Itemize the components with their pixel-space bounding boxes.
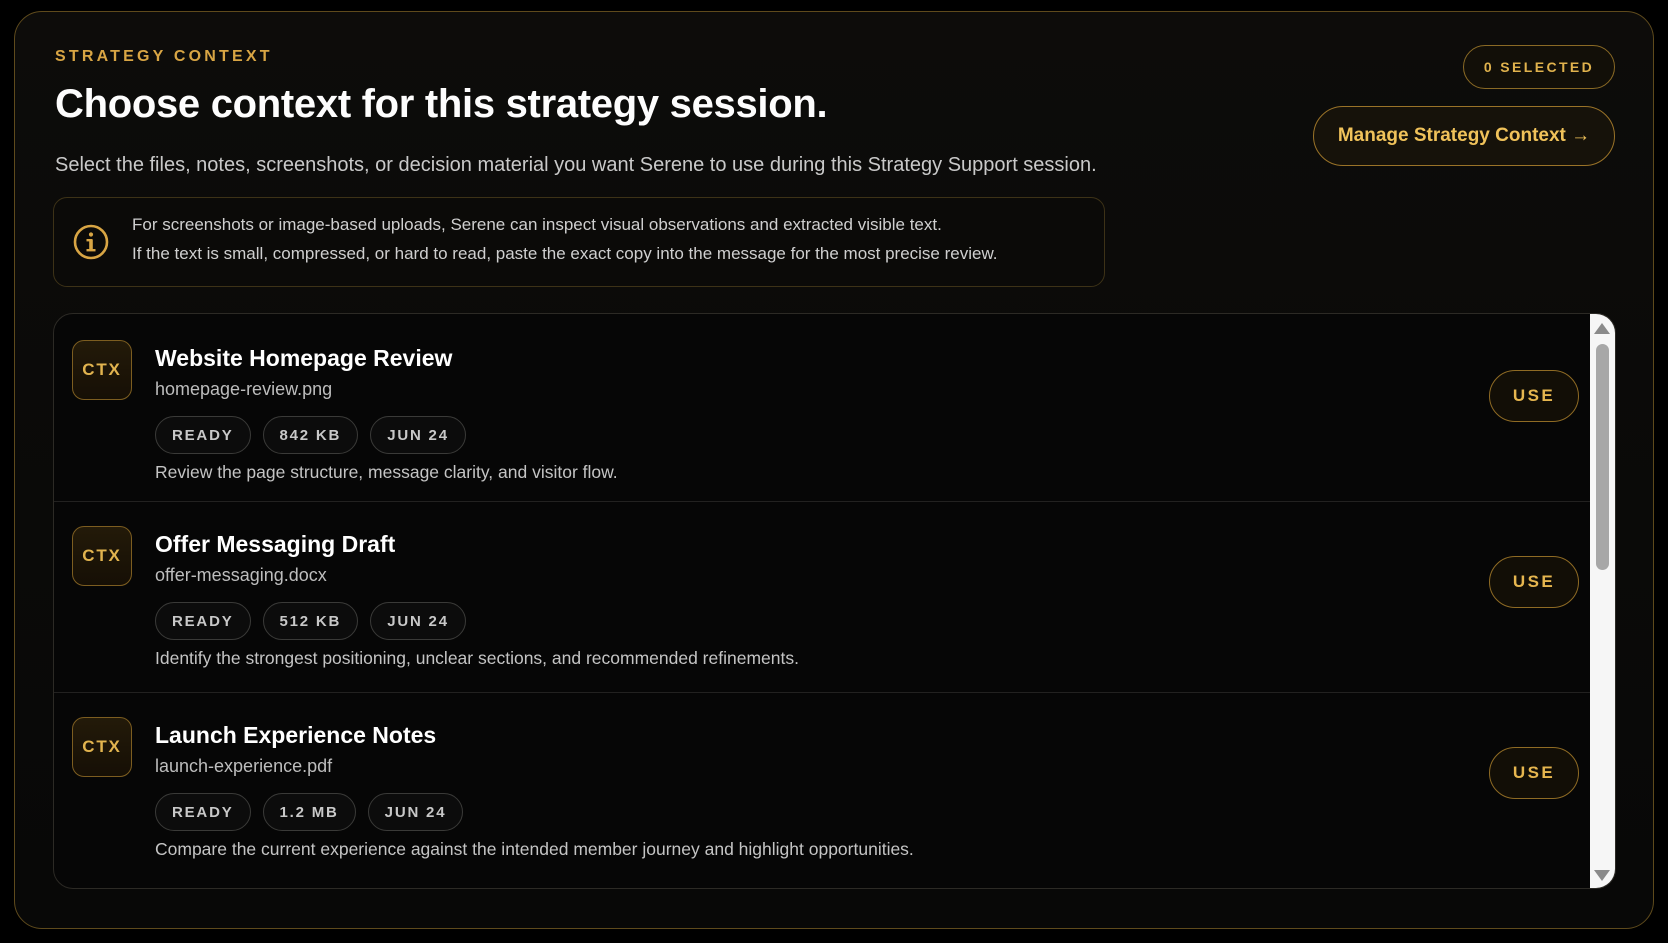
list-item: CTX Launch Experience Notes launch-exper…	[54, 692, 1590, 888]
item-title: Launch Experience Notes	[155, 722, 437, 748]
page-title: Choose context for this strategy session…	[55, 82, 828, 126]
ctx-file-icon: CTX	[72, 340, 132, 400]
item-meta-chips: READY 1.2 MB JUN 24	[155, 793, 464, 831]
info-notice: For screenshots or image-based uploads, …	[53, 197, 1105, 287]
scrollbar-thumb[interactable]	[1596, 344, 1609, 570]
item-title: Offer Messaging Draft	[155, 531, 396, 557]
list-scrollbar[interactable]	[1590, 314, 1615, 888]
date-badge: JUN 24	[370, 602, 466, 640]
date-badge: JUN 24	[367, 793, 464, 831]
manage-strategy-context-button[interactable]: Manage Strategy Context →	[1313, 106, 1615, 166]
item-description: Compare the current experience against t…	[155, 839, 914, 859]
item-title: Website Homepage Review	[155, 345, 453, 371]
use-button[interactable]: USE	[1489, 556, 1579, 608]
status-badge: READY	[155, 793, 251, 831]
list-item: CTX Website Homepage Review homepage-rev…	[54, 314, 1590, 501]
item-filename: offer-messaging.docx	[155, 565, 327, 585]
item-filename: homepage-review.png	[155, 379, 333, 399]
status-badge: READY	[155, 602, 251, 640]
ctx-file-icon: CTX	[72, 526, 132, 586]
info-circle-icon	[73, 224, 109, 260]
use-button[interactable]: USE	[1489, 747, 1579, 799]
file-size-badge: 512 KB	[262, 602, 359, 640]
scroll-down-arrow-icon[interactable]	[1594, 870, 1610, 881]
section-eyebrow: STRATEGY CONTEXT	[55, 48, 273, 65]
date-badge: JUN 24	[370, 416, 466, 454]
item-meta-chips: READY 512 KB JUN 24	[155, 602, 466, 640]
item-description: Identify the strongest positioning, uncl…	[155, 648, 799, 668]
item-meta-chips: READY 842 KB JUN 24	[155, 416, 466, 454]
status-badge: READY	[155, 416, 251, 454]
item-filename: launch-experience.pdf	[155, 756, 333, 776]
use-button[interactable]: USE	[1489, 370, 1579, 422]
notice-line-1: For screenshots or image-based uploads, …	[132, 215, 942, 234]
file-size-badge: 1.2 MB	[262, 793, 356, 831]
page-subtitle: Select the files, notes, screenshots, or…	[55, 154, 1097, 176]
notice-line-2: If the text is small, compressed, or har…	[132, 244, 998, 263]
strategy-context-panel: STRATEGY CONTEXT Choose context for this…	[14, 11, 1654, 929]
item-description: Review the page structure, message clari…	[155, 462, 618, 482]
file-size-badge: 842 KB	[262, 416, 359, 454]
scroll-up-arrow-icon[interactable]	[1594, 323, 1610, 334]
context-list: CTX Website Homepage Review homepage-rev…	[53, 313, 1616, 889]
selected-count-badge: 0 SELECTED	[1463, 45, 1615, 89]
list-item: CTX Offer Messaging Draft offer-messagin…	[54, 501, 1590, 692]
ctx-file-icon: CTX	[72, 717, 132, 777]
